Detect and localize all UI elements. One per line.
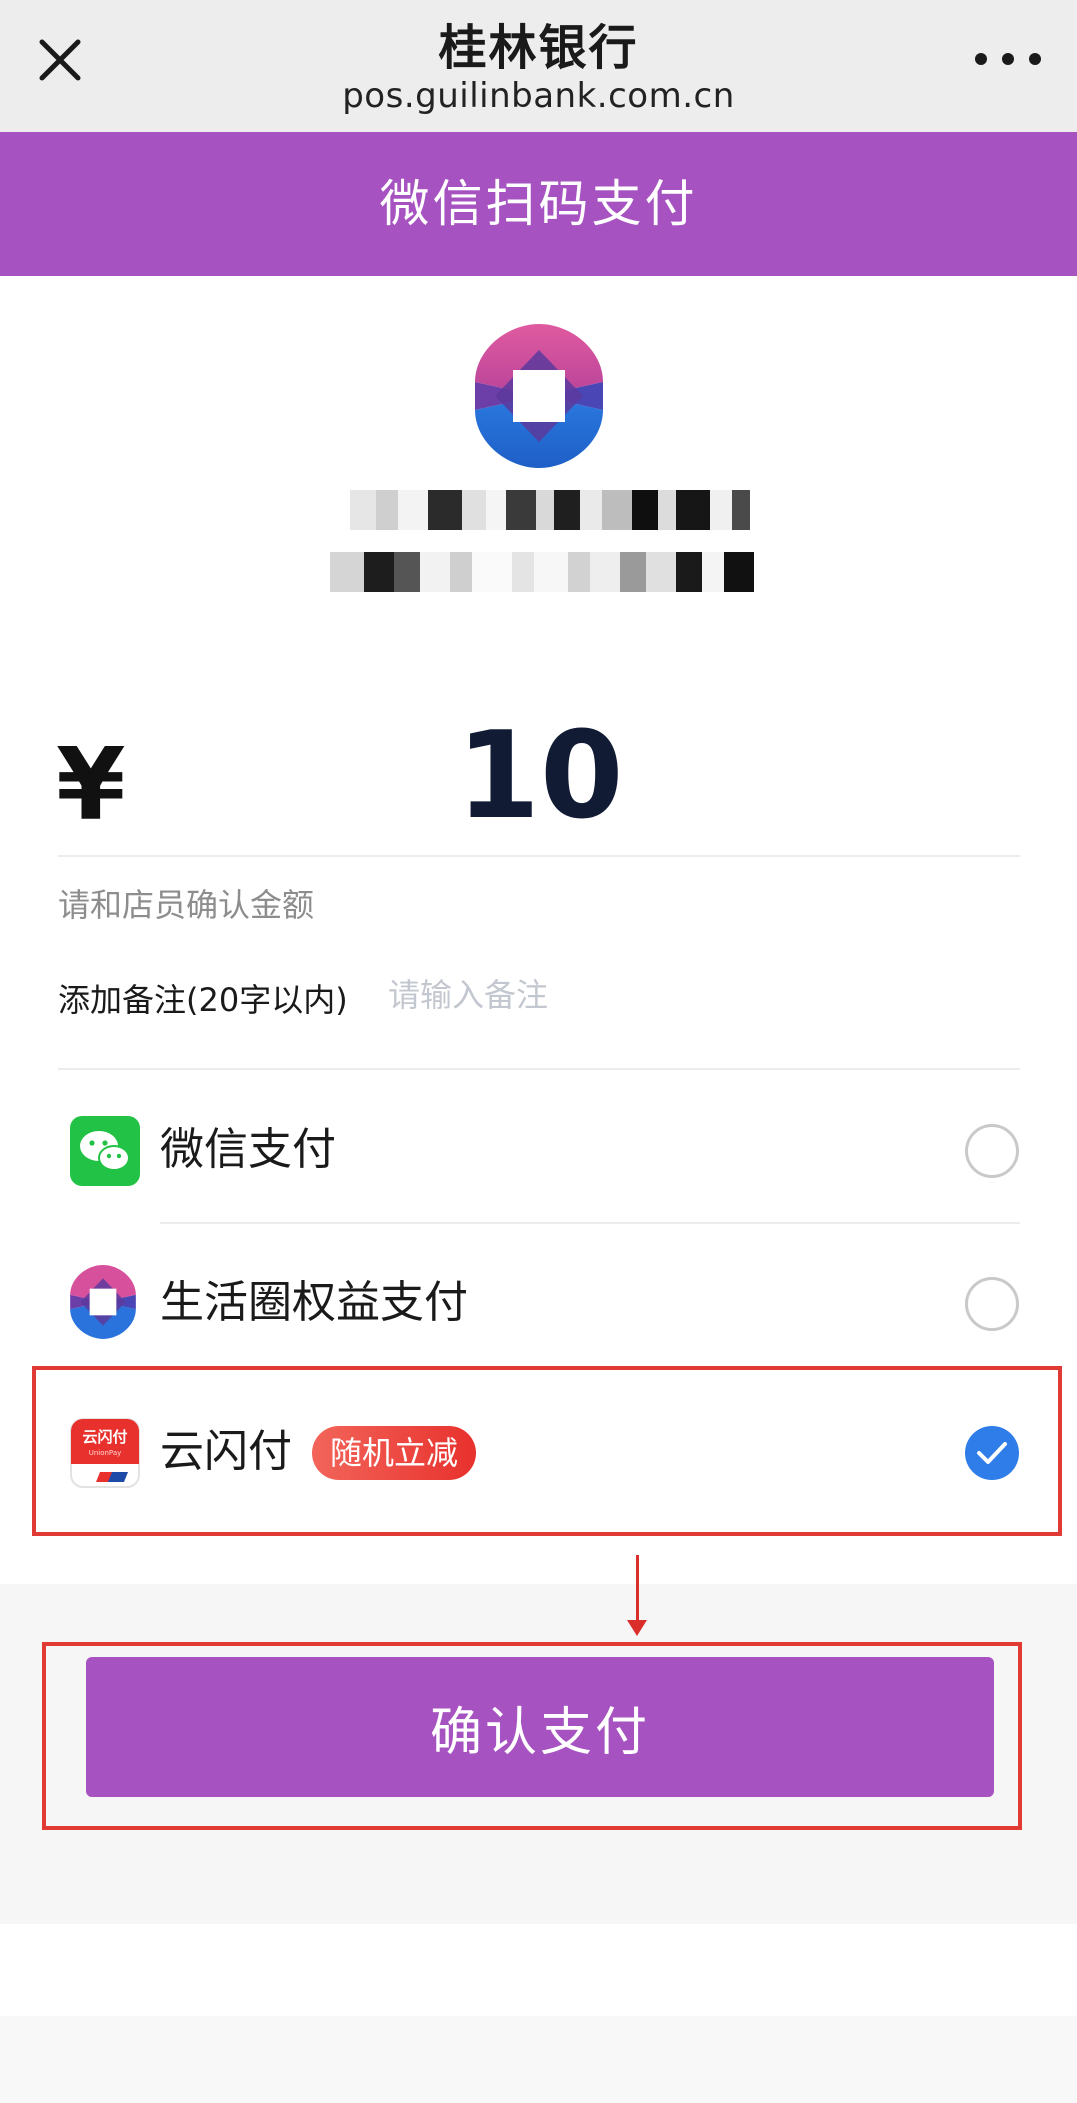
radio-button[interactable]	[965, 1277, 1019, 1331]
wechat-pay-icon	[70, 1116, 140, 1186]
payment-method-label: 微信支付	[160, 1124, 336, 1175]
more-options-button[interactable]	[975, 44, 1041, 74]
remark-label: 添加备注(20字以内)	[58, 981, 348, 1019]
payment-method-life-circle[interactable]: 生活圈权益支付	[0, 1225, 1077, 1375]
amount-confirm-hint: 请和店员确认金额	[58, 886, 315, 924]
payment-method-label: 生活圈权益支付	[160, 1277, 468, 1328]
annotation-highlight-box	[32, 1366, 1062, 1536]
annotation-arrow	[636, 1555, 639, 1623]
browser-top-bar: 桂林银行 pos.guilinbank.com.cn	[0, 0, 1077, 132]
bank-logo-icon	[463, 320, 615, 472]
site-url: pos.guilinbank.com.cn	[342, 76, 735, 116]
divider	[58, 1068, 1020, 1070]
payment-method-wechat[interactable]: 微信支付	[0, 1072, 1077, 1222]
more-dot-icon	[975, 53, 987, 65]
page-title: 微信扫码支付	[0, 132, 1077, 276]
more-dot-icon	[1002, 53, 1014, 65]
currency-symbol: ¥	[56, 726, 126, 843]
annotation-arrow-head	[627, 1620, 647, 1636]
radio-button[interactable]	[965, 1124, 1019, 1178]
divider	[160, 1222, 1020, 1224]
divider	[58, 855, 1020, 857]
remark-input[interactable]	[388, 965, 1008, 1025]
guilinbank-life-icon	[64, 1263, 142, 1341]
bottom-band	[0, 2016, 1077, 2103]
annotation-highlight-box	[42, 1642, 1022, 1830]
more-dot-icon	[1029, 53, 1041, 65]
payment-amount: 10	[456, 707, 624, 846]
site-title: 桂林银行	[438, 20, 639, 76]
merchant-name-obscured	[310, 490, 770, 620]
